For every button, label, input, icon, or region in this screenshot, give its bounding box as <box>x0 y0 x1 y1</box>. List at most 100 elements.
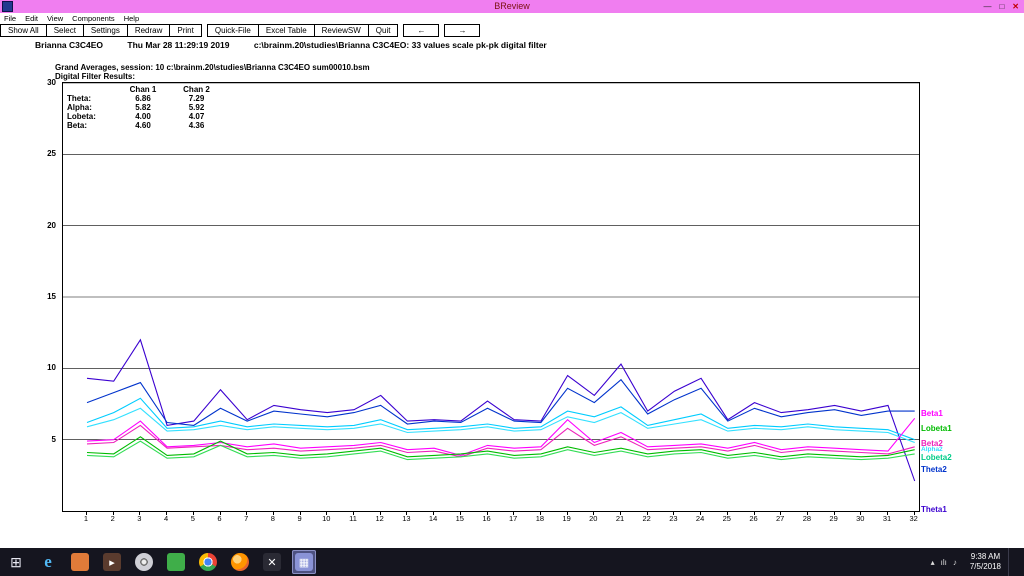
x-tick-17: 17 <box>504 514 522 523</box>
hidden-icons-icon[interactable]: ▴ <box>931 558 935 567</box>
chrome-icon <box>199 553 217 571</box>
filter-value-chan1: 6.86 <box>117 94 169 103</box>
y-tick-20: 20 <box>34 221 56 230</box>
y-tick-5: 5 <box>34 435 56 444</box>
filter-row-label: Lobeta: <box>67 112 117 121</box>
breview-window: BReview —□✕ FileEditViewComponentsHelp S… <box>0 0 1024 576</box>
x-tick-21: 21 <box>611 514 629 523</box>
x-tickmark-26 <box>754 511 755 515</box>
taskbar-icon-app-green[interactable] <box>164 550 188 574</box>
x-tick-16: 16 <box>478 514 496 523</box>
x-tick-9: 9 <box>291 514 309 523</box>
x-tickmark-19 <box>567 511 568 515</box>
x-tickmark-28 <box>807 511 808 515</box>
series-beta2 <box>87 425 915 456</box>
taskbar-icon-breview-active[interactable]: ▦ <box>292 550 316 574</box>
series-label-theta1: Theta1 <box>921 505 947 514</box>
network-icon[interactable]: ılı <box>941 558 947 567</box>
series-labels: Beta1Lobeta1Beta2Alpha2Lobeta2Theta2Thet… <box>921 82 1021 528</box>
x-tick-28: 28 <box>798 514 816 523</box>
header-info: Brianna C3C4EO Thu Mar 28 11:29:19 2019 … <box>35 40 569 50</box>
menu-components[interactable]: Components <box>72 14 115 23</box>
taskbar-icon-app-media[interactable]: ▸ <box>100 550 124 574</box>
filter-col-header: Chan 1 <box>117 85 169 94</box>
review-sw-button[interactable]: ReviewSW <box>314 24 369 37</box>
series-theta1 <box>87 340 915 481</box>
series-label-lobeta1: Lobeta1 <box>921 424 952 433</box>
app-media-icon: ▸ <box>103 553 121 571</box>
filter-value-chan1: 4.60 <box>117 121 169 130</box>
x-tick-20: 20 <box>584 514 602 523</box>
clock-date: 7/5/2018 <box>970 562 1001 571</box>
taskbar-icon-firefox[interactable] <box>228 550 252 574</box>
x-tickmark-11 <box>353 511 354 515</box>
settings-button[interactable]: Settings <box>83 24 128 37</box>
select-button[interactable]: Select <box>46 24 84 37</box>
record-datetime: Thu Mar 28 11:29:19 2019 <box>127 40 229 50</box>
x-tick-11: 11 <box>344 514 362 523</box>
maximize-button[interactable]: □ <box>999 0 1004 13</box>
filter-value-chan1: 5.82 <box>117 103 169 112</box>
y-tick-15: 15 <box>34 292 56 301</box>
taskbar-icon-chrome[interactable] <box>196 550 220 574</box>
x-tickmark-30 <box>860 511 861 515</box>
clock[interactable]: 9:38 AM 7/5/2018 <box>964 552 1001 572</box>
show-desktop-button[interactable] <box>1008 548 1014 576</box>
series-label-theta2: Theta2 <box>921 465 947 474</box>
x-tick-30: 30 <box>851 514 869 523</box>
close-button[interactable]: ✕ <box>1012 0 1019 13</box>
menu-file[interactable]: File <box>4 14 16 23</box>
x-tickmark-20 <box>593 511 594 515</box>
y-tick-30: 30 <box>34 78 56 87</box>
filter-row-label: Alpha: <box>67 103 117 112</box>
x-tick-6: 6 <box>211 514 229 523</box>
x-tickmark-10 <box>326 511 327 515</box>
filter-row-label: Beta: <box>67 121 117 130</box>
x-tick-22: 22 <box>638 514 656 523</box>
breview-active-icon: ▦ <box>295 553 313 571</box>
show-all-button[interactable]: Show All <box>0 24 47 37</box>
x-tickmark-13 <box>406 511 407 515</box>
menu-help[interactable]: Help <box>124 14 139 23</box>
x-tickmark-32 <box>914 511 915 515</box>
x-tickmark-7 <box>246 511 247 515</box>
x-tickmark-29 <box>834 511 835 515</box>
menu-bar: File Edit View Components Help <box>0 13 1024 24</box>
menu-view[interactable]: View <box>47 14 63 23</box>
x-tick-14: 14 <box>424 514 442 523</box>
x-tickmark-14 <box>433 511 434 515</box>
taskbar-icon-app-orange[interactable] <box>68 550 92 574</box>
taskbar-icon-app-dark[interactable]: ✕ <box>260 550 284 574</box>
taskbar-icon-internet-explorer[interactable]: e <box>36 550 60 574</box>
print-button[interactable]: Print <box>169 24 201 37</box>
x-tick-3: 3 <box>130 514 148 523</box>
x-tick-7: 7 <box>237 514 255 523</box>
filter-value-chan1: 4.00 <box>117 112 169 121</box>
x-tick-25: 25 <box>718 514 736 523</box>
start-button[interactable]: ⊞ <box>0 548 32 576</box>
quit-button[interactable]: Quit <box>368 24 399 37</box>
x-tick-10: 10 <box>317 514 335 523</box>
filter-value-chan2: 5.92 <box>169 103 224 112</box>
quick-file-button[interactable]: Quick-File <box>207 24 259 37</box>
plot-area: Chan 1Chan 2Theta:6.867.29Alpha:5.825.92… <box>62 82 920 512</box>
patient-name: Brianna C3C4EO <box>35 40 103 50</box>
volume-icon[interactable]: ♪ <box>953 558 957 567</box>
x-tickmark-23 <box>673 511 674 515</box>
x-tickmark-25 <box>727 511 728 515</box>
menu-edit[interactable]: Edit <box>25 14 38 23</box>
disc-burner-icon <box>135 553 153 571</box>
filter-value-chan2: 4.36 <box>169 121 224 130</box>
y-tick-10: 10 <box>34 363 56 372</box>
excel-table-button[interactable]: Excel Table <box>258 24 315 37</box>
x-tickmark-12 <box>380 511 381 515</box>
taskbar-icon-disc-burner[interactable] <box>132 550 156 574</box>
series-theta2 <box>87 380 915 426</box>
back-arrow-button[interactable]: ← <box>403 24 439 37</box>
filter-value-chan2: 7.29 <box>169 94 224 103</box>
x-tickmark-24 <box>700 511 701 515</box>
minimize-button[interactable]: — <box>983 0 991 13</box>
redraw-button[interactable]: Redraw <box>127 24 171 37</box>
forward-arrow-button[interactable]: → <box>444 24 480 37</box>
series-alpha1 <box>87 398 915 439</box>
